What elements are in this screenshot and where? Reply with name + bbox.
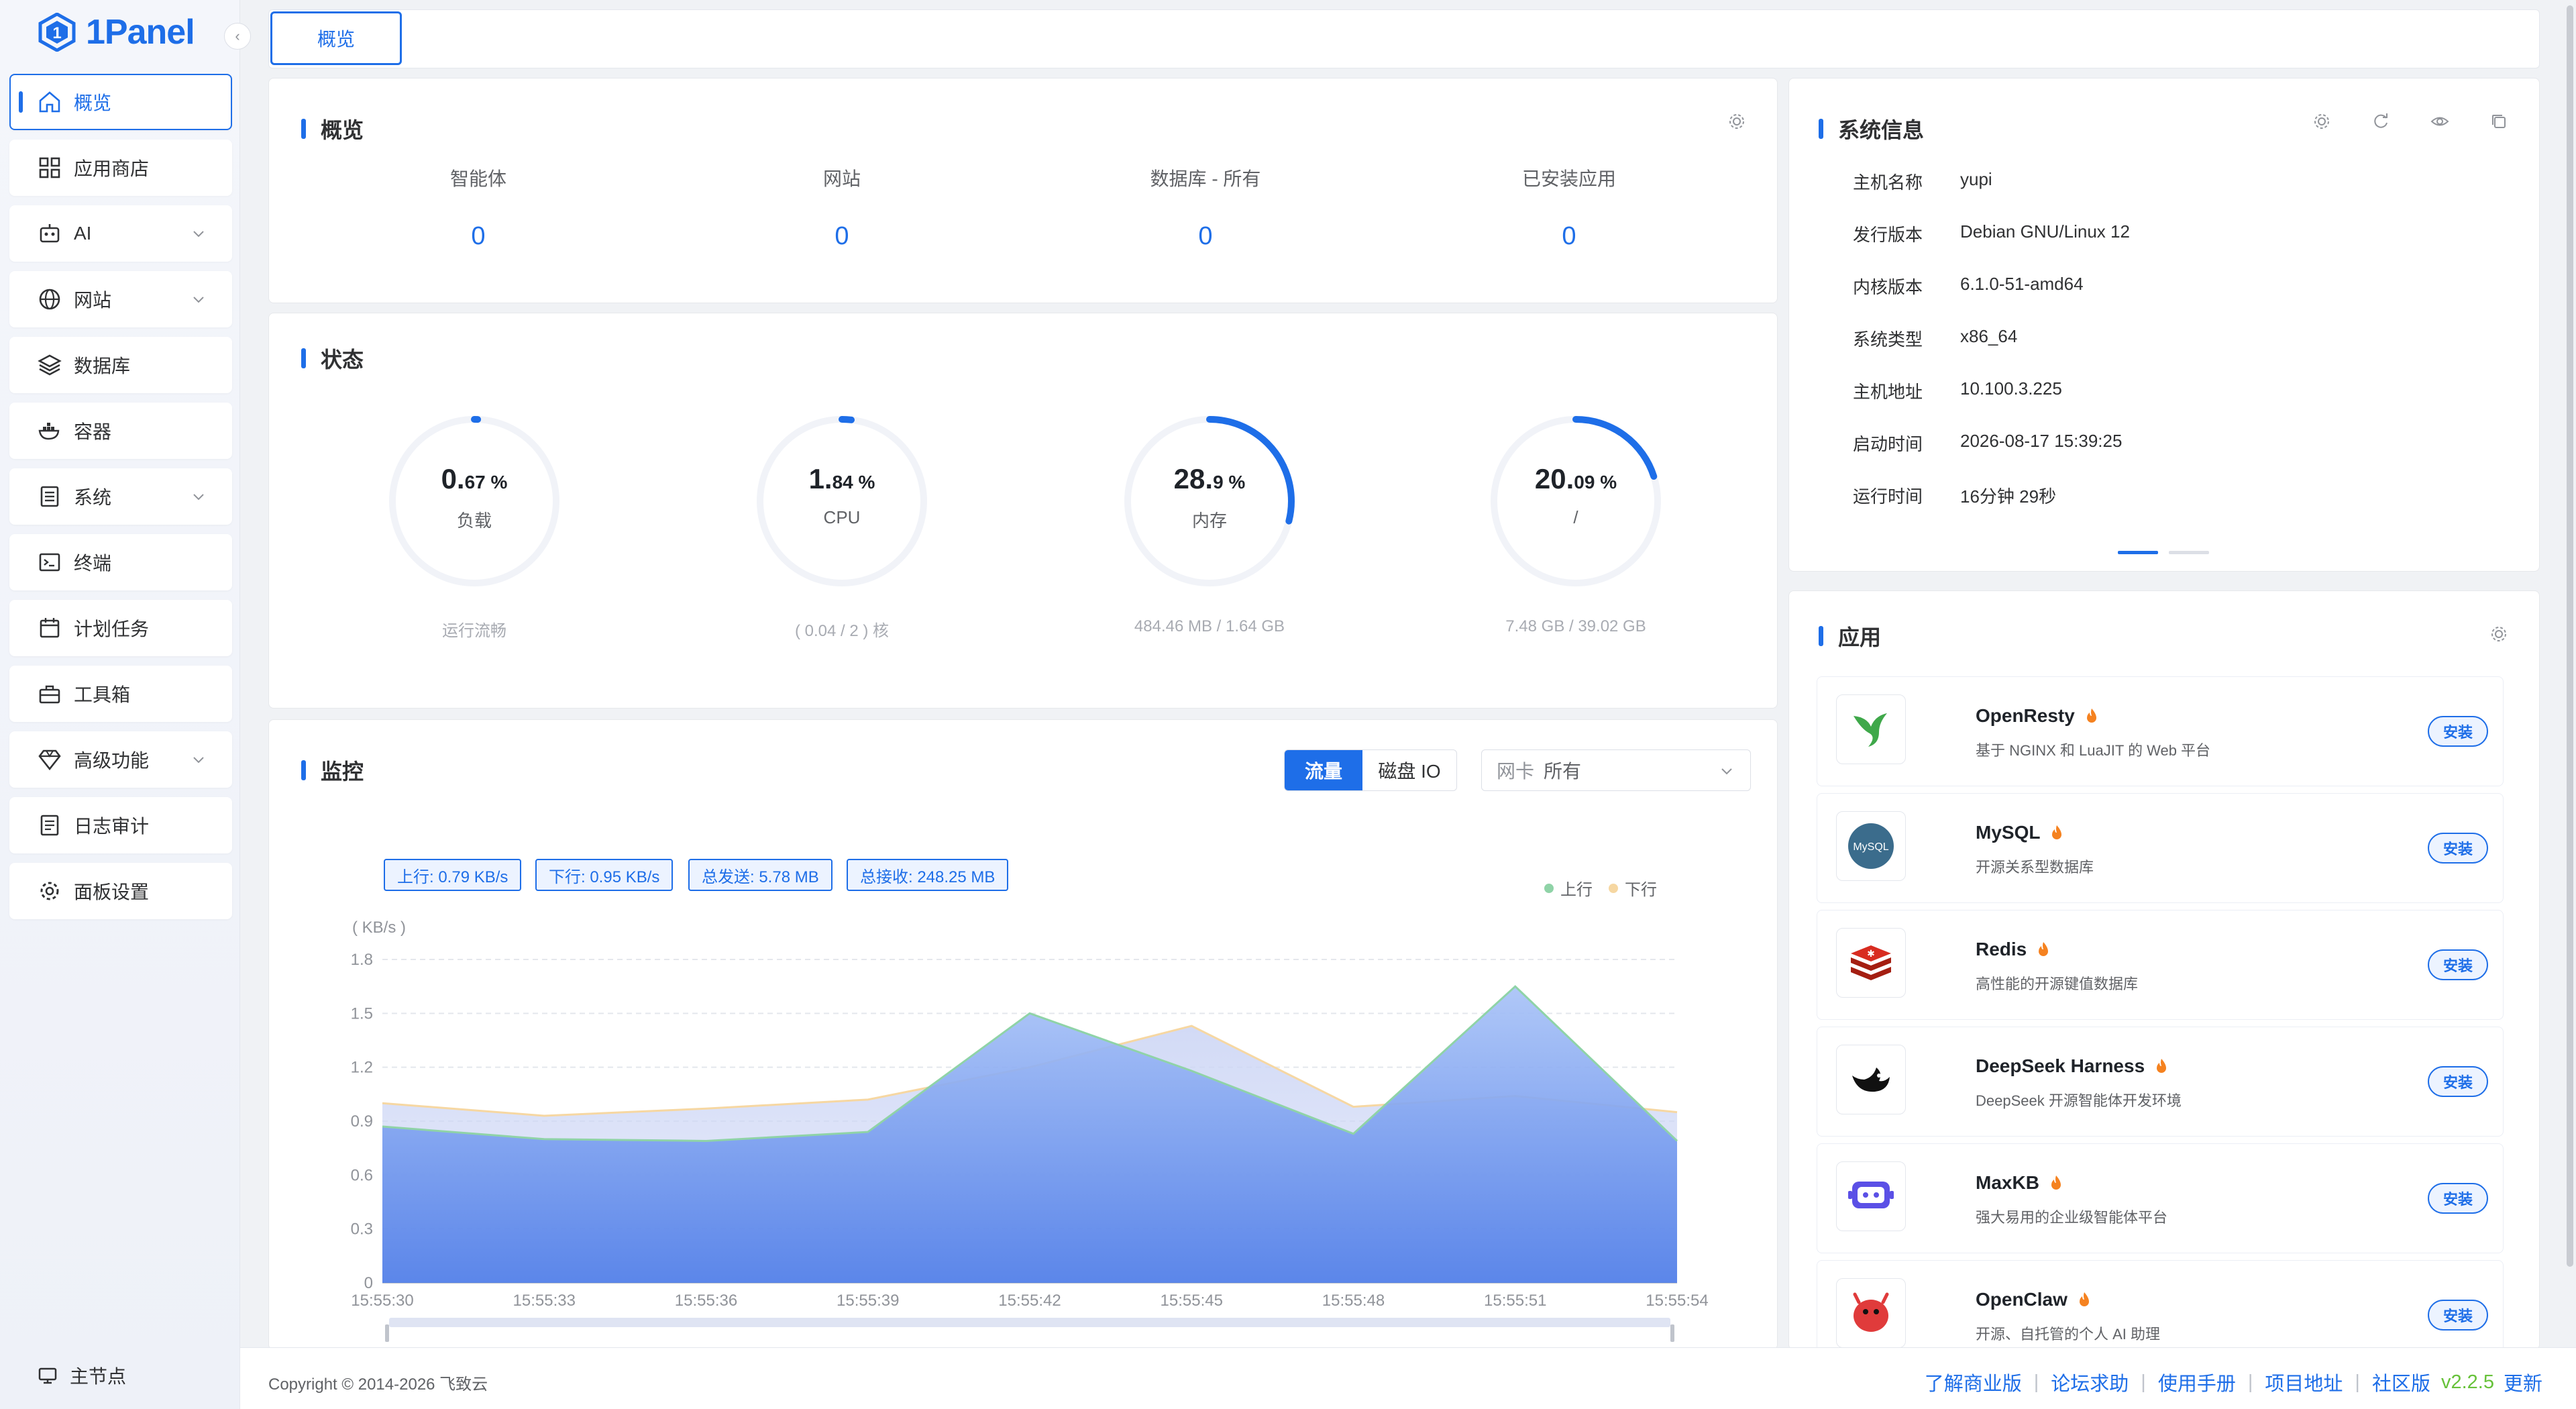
app-desc: 强大易用的企业级智能体平台 xyxy=(1976,1209,2168,1226)
hot-icon xyxy=(2052,825,2062,839)
edition-label: 社区版 xyxy=(2371,1373,2430,1395)
app-desc: DeepSeek 开源智能体开发环境 xyxy=(1976,1092,2182,1109)
footer-links: 了解商业版 | 论坛求助 | 使用手册 | 项目地址 | 社区版 v2.2.5 更新 xyxy=(1925,1368,2542,1396)
deepseek-icon xyxy=(1836,1045,1906,1114)
install-button[interactable]: 安装 xyxy=(2428,716,2488,747)
hot-icon xyxy=(2051,1176,2061,1190)
copyright: Copyright © 2014-2026 飞致云 xyxy=(268,1375,488,1394)
app-card-openresty[interactable]: OpenResty 基于 NGINX 和 LuaJIT 的 Web 平台 安装 xyxy=(1817,676,2504,786)
app-card-openclaw[interactable]: OpenClaw 开源、自托管的个人 AI 助理 安装 xyxy=(1817,1260,2504,1347)
node-label: 主节点 xyxy=(70,1366,127,1387)
install-button[interactable]: 安装 xyxy=(2428,1183,2488,1214)
app-list: OpenResty 基于 NGINX 和 LuaJIT 的 Web 平台 安装 MyS… xyxy=(0,0,2576,1347)
mysql-icon: MySQL xyxy=(1836,811,1906,881)
app-name: OpenClaw xyxy=(1976,1289,2092,1310)
app-desc: 高性能的开源键值数据库 xyxy=(1976,976,2139,992)
svg-text:✱: ✱ xyxy=(1867,948,1875,959)
app-name: MaxKB xyxy=(1976,1172,2063,1194)
version-label: v2.2.5 xyxy=(2440,1371,2494,1393)
app-name: DeepSeek Harness xyxy=(1976,1055,2169,1077)
app-name: MySQL xyxy=(1976,822,2064,843)
hot-icon xyxy=(2039,942,2049,956)
page-scrollbar[interactable] xyxy=(2564,0,2576,1275)
app-card-deepseek-harness[interactable]: DeepSeek Harness DeepSeek 开源智能体开发环境 安装 xyxy=(1817,1027,2504,1137)
link-forum[interactable]: 论坛求助 xyxy=(2051,1368,2129,1396)
svg-text:MySQL: MySQL xyxy=(1853,841,1888,853)
openclaw-icon xyxy=(1836,1278,1906,1347)
hot-icon xyxy=(2086,709,2096,723)
maxkb-icon xyxy=(1836,1161,1906,1231)
app-name: OpenResty xyxy=(1976,705,2099,727)
link-commercial[interactable]: 了解商业版 xyxy=(1925,1368,2022,1396)
scrollbar-thumb[interactable] xyxy=(2567,5,2573,1267)
hot-icon xyxy=(2079,1292,2089,1306)
redis-icon: ✱ xyxy=(1836,928,1906,998)
install-button[interactable]: 安装 xyxy=(2428,1300,2488,1330)
openresty-icon xyxy=(1836,694,1906,764)
app-card-redis[interactable]: ✱ Redis 高性能的开源键值数据库 安装 xyxy=(1817,910,2504,1020)
install-button[interactable]: 安装 xyxy=(2428,949,2488,980)
install-button[interactable]: 安装 xyxy=(2428,1066,2488,1097)
chevron-left-icon: ‹ xyxy=(235,28,240,44)
footer: Copyright © 2014-2026 飞致云 了解商业版 | 论坛求助 | 使… xyxy=(240,1347,2576,1409)
node-icon xyxy=(38,1367,57,1384)
app-desc: 开源关系型数据库 xyxy=(1976,859,2094,876)
install-button[interactable]: 安装 xyxy=(2428,833,2488,864)
node-switcher[interactable]: 主节点 xyxy=(38,1362,126,1389)
app-card-maxkb[interactable]: MaxKB 强大易用的企业级智能体平台 安装 xyxy=(1817,1143,2504,1253)
app-card-mysql[interactable]: MySQL MySQL 开源关系型数据库 安装 xyxy=(1817,793,2504,903)
app-name: Redis xyxy=(1976,939,2051,960)
link-project[interactable]: 项目地址 xyxy=(2265,1368,2343,1396)
update-link[interactable]: 更新 xyxy=(2504,1368,2542,1396)
collapse-sidebar-button[interactable]: ‹ xyxy=(224,23,251,50)
app-desc: 开源、自托管的个人 AI 助理 xyxy=(1976,1326,2161,1343)
app-desc: 基于 NGINX 和 LuaJIT 的 Web 平台 xyxy=(1976,742,2211,759)
hot-icon xyxy=(2157,1059,2167,1073)
link-manual[interactable]: 使用手册 xyxy=(2158,1368,2236,1396)
